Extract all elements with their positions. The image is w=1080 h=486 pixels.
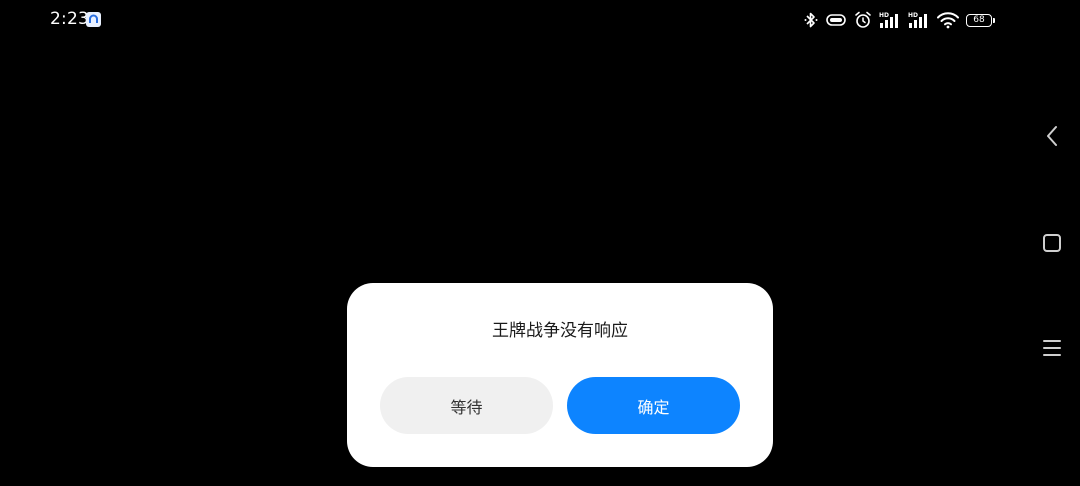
alarm-icon bbox=[854, 10, 872, 30]
status-icons: HD HD 68 bbox=[804, 10, 995, 30]
bluetooth-icon bbox=[804, 10, 818, 30]
ok-button[interactable]: 确定 bbox=[567, 377, 740, 434]
signal-hd-label-1: HD bbox=[879, 12, 889, 19]
dialog-title: 王牌战争没有响应 bbox=[492, 321, 628, 341]
app-notification-icon bbox=[86, 12, 101, 27]
nav-home-button[interactable] bbox=[1036, 227, 1068, 259]
status-bar: 2:23 HD HD 68 bbox=[0, 0, 1080, 40]
wifi-icon bbox=[937, 10, 959, 30]
signal-hd-label-2: HD bbox=[908, 12, 918, 19]
nav-back-button[interactable] bbox=[1036, 120, 1068, 152]
status-time: 2:23 bbox=[50, 9, 89, 29]
vibrate-icon bbox=[825, 10, 847, 30]
signal-hd-1-icon: HD bbox=[879, 10, 901, 30]
nav-menu-button[interactable] bbox=[1036, 332, 1068, 364]
back-icon bbox=[1047, 126, 1057, 146]
screen: 2:23 HD HD 68 王牌战争没有响应 等待 确定 bbox=[0, 0, 1080, 486]
app-not-responding-dialog: 王牌战争没有响应 等待 确定 bbox=[347, 283, 773, 467]
battery-icon: 68 bbox=[966, 10, 995, 30]
home-icon bbox=[1043, 234, 1061, 252]
menu-icon bbox=[1043, 340, 1061, 356]
battery-level: 68 bbox=[973, 14, 985, 25]
wait-button[interactable]: 等待 bbox=[380, 377, 553, 434]
signal-hd-2-icon: HD bbox=[908, 10, 930, 30]
